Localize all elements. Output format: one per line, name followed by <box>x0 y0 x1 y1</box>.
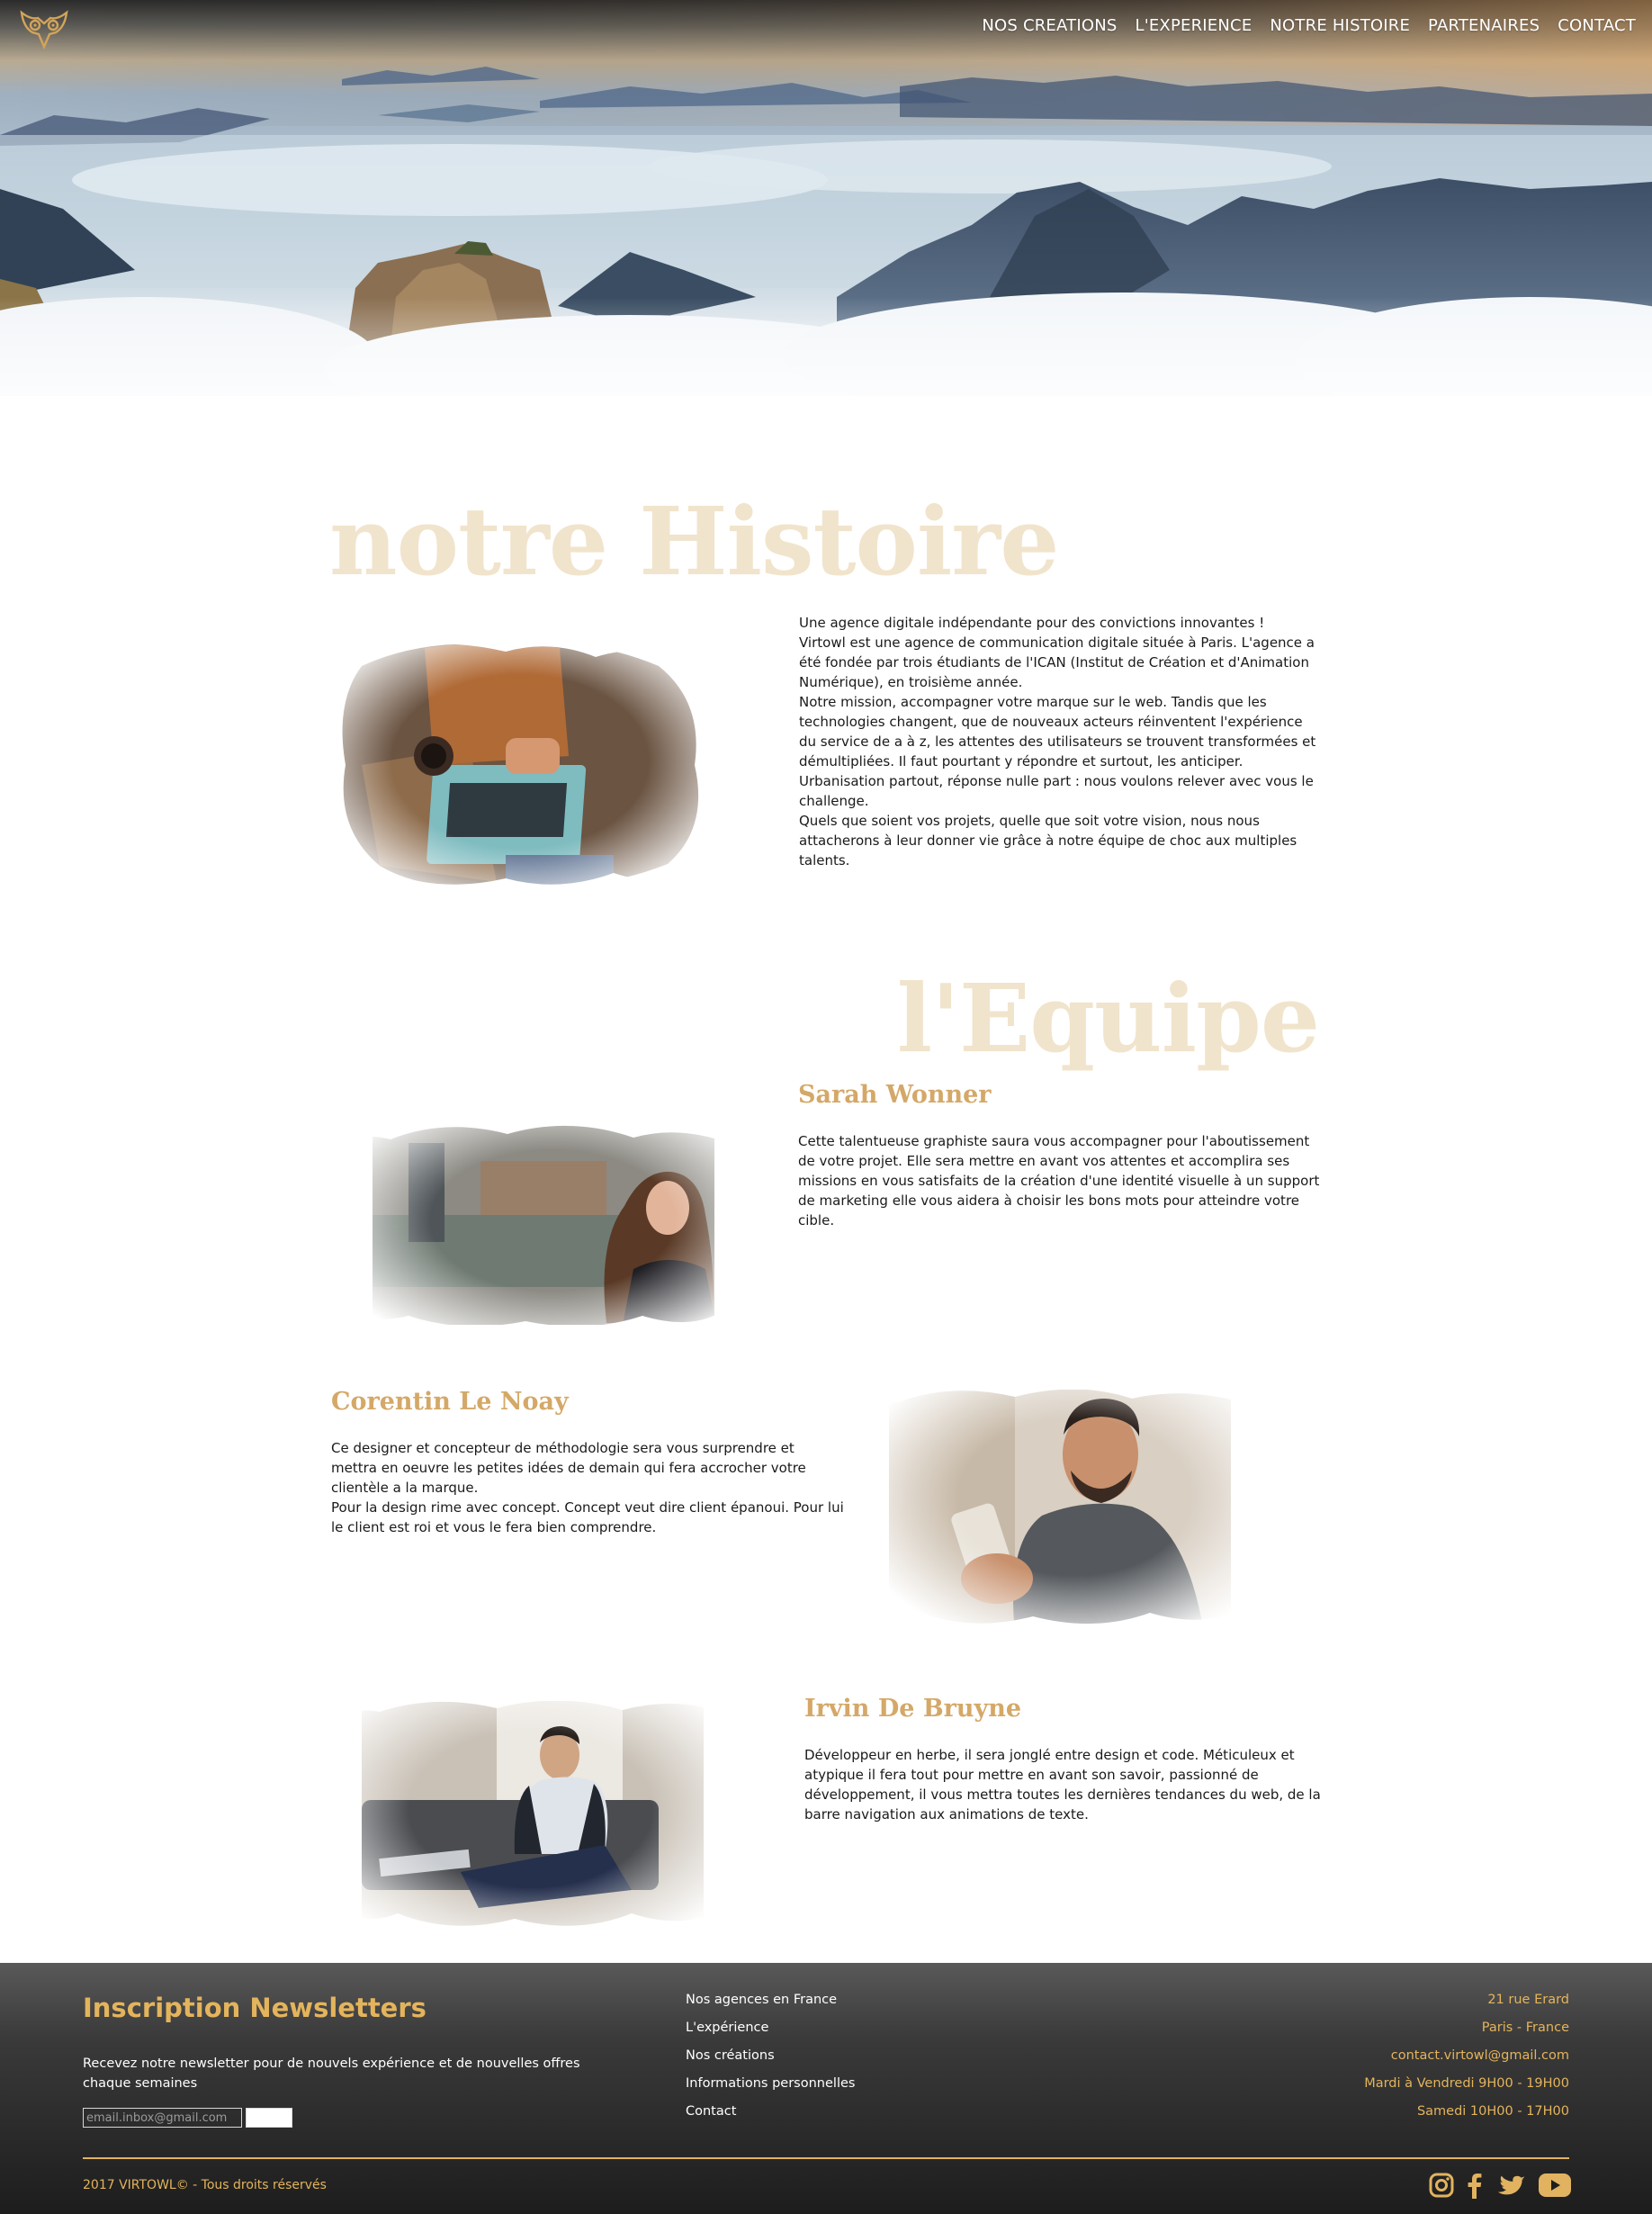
nav-item-contact[interactable]: CONTACT <box>1558 16 1636 35</box>
newsletter-text: Recevez notre newsletter pour de nouvels… <box>83 2056 580 2091</box>
footer-link-contact[interactable]: Contact <box>686 2102 855 2130</box>
footer-divider <box>83 2157 1569 2159</box>
nav-item-experience[interactable]: L'EXPERIENCE <box>1135 16 1252 35</box>
contact-address: 21 rue Erard <box>1487 1993 1569 2007</box>
member-name-corentin: Corentin Le Noay <box>331 1388 569 1416</box>
nav-item-notre-histoire[interactable]: NOTRE HISTOIRE <box>1270 16 1410 35</box>
member-bio-irvin: Développeur en herbe, il sera jonglé ent… <box>804 1745 1322 1824</box>
nav-item-partenaires[interactable]: PARTENAIRES <box>1428 16 1540 35</box>
copyright-text: 2017 VIRTOWL© - Tous droits réservés <box>83 2178 327 2192</box>
instagram-icon[interactable] <box>1429 2173 1454 2202</box>
contact-hours-week: Mardi à Vendredi 9H00 - 19H00 <box>1364 2076 1569 2091</box>
nav-item-nos-creations[interactable]: NOS CREATIONS <box>982 16 1117 35</box>
footer-link-experience[interactable]: L'expérience <box>686 2019 855 2047</box>
newsletter-submit-button[interactable] <box>246 2108 292 2128</box>
footer-contact: 21 rue Erard Paris - France contact.virt… <box>1364 1991 1569 2130</box>
main-nav: NOS CREATIONS L'EXPERIENCE NOTRE HISTOIR… <box>0 0 1652 54</box>
histoire-text: Une agence digitale indépendante pour de… <box>799 613 1321 870</box>
contact-city: Paris - France <box>1481 2020 1569 2035</box>
facebook-icon[interactable] <box>1467 2172 1483 2203</box>
social-links <box>1429 2172 1571 2203</box>
sarah-portrait-image <box>337 1107 729 1334</box>
corentin-portrait-image <box>862 1372 1249 1633</box>
footer-link-creations[interactable]: Nos créations <box>686 2047 855 2074</box>
bio-text: Développeur en herbe, il sera jonglé ent… <box>804 1747 1321 1822</box>
irvin-portrait-image <box>335 1683 727 1935</box>
mountain-clouds-image <box>0 0 1652 432</box>
hero-banner: NOS CREATIONS L'EXPERIENCE NOTRE HISTOIR… <box>0 0 1652 432</box>
histoire-line: Quels que soient vos projets, quelle que… <box>799 813 1297 868</box>
contact-hours-saturday: Samedi 10H00 - 17H00 <box>1416 2104 1569 2119</box>
footer-link-informations[interactable]: Informations personnelles <box>686 2074 855 2102</box>
histoire-line: Virtowl est une agence de communication … <box>799 634 1315 690</box>
twitter-icon[interactable] <box>1495 2173 1526 2202</box>
member-bio-sarah: Cette talentueuse graphiste saura vous a… <box>798 1131 1320 1230</box>
bio-text: Ce designer et concepteur de méthodologi… <box>331 1440 806 1496</box>
site-footer: Inscription Newsletters Recevez notre ne… <box>0 1963 1652 2214</box>
nav-menu: NOS CREATIONS L'EXPERIENCE NOTRE HISTOIR… <box>982 16 1636 35</box>
bio-text: Pour la design rime avec concept. Concep… <box>331 1499 844 1535</box>
bio-text: Cette talentueuse graphiste saura vous a… <box>798 1133 1320 1228</box>
footer-links: Nos agences en France L'expérience Nos c… <box>686 1991 855 2130</box>
member-name-irvin: Irvin De Bruyne <box>804 1695 1021 1723</box>
newsletter-title: Inscription Newsletters <box>83 1993 426 2023</box>
owl-logo-icon[interactable] <box>18 7 70 50</box>
contact-email[interactable]: contact.virtowl@gmail.com <box>1364 2047 1569 2074</box>
footer-link-agences[interactable]: Nos agences en France <box>686 1991 855 2019</box>
histoire-line: Une agence digitale indépendante pour de… <box>799 615 1265 631</box>
histoire-title: notre Histoire <box>329 486 1059 597</box>
laptop-coffee-image <box>326 630 714 893</box>
youtube-icon[interactable] <box>1539 2174 1571 2201</box>
member-bio-corentin: Ce designer et concepteur de méthodologi… <box>331 1438 844 1537</box>
equipe-title: l'Equipe <box>896 963 1320 1074</box>
histoire-line: Notre mission, accompagner votre marque … <box>799 694 1316 809</box>
member-name-sarah: Sarah Wonner <box>798 1081 992 1109</box>
newsletter-email-input[interactable] <box>83 2108 242 2128</box>
